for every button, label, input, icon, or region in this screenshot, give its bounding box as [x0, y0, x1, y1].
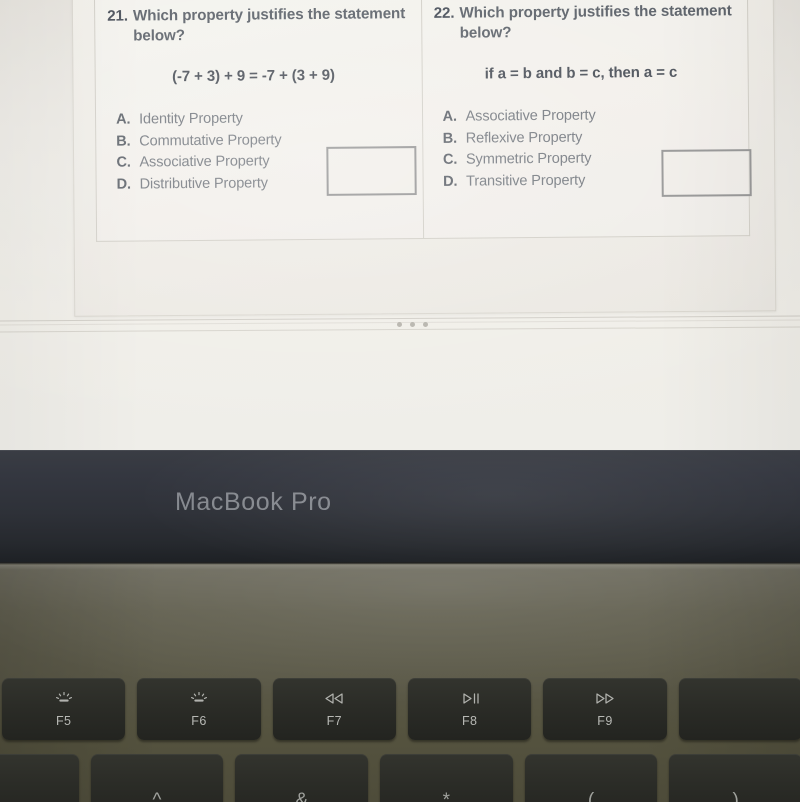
question-21-prompt: Which property justifies the statement b…	[132, 5, 406, 45]
choice-letter: D.	[116, 176, 132, 193]
answer-box-22[interactable]	[660, 149, 752, 197]
key-label: F9	[597, 713, 613, 728]
dot	[423, 322, 428, 327]
choice-text: Transitive Property	[466, 172, 586, 190]
key-open-paren[interactable]: (	[524, 754, 658, 802]
dot	[410, 322, 415, 327]
choice-letter: A.	[115, 111, 131, 128]
drag-handle-dots-icon[interactable]	[397, 322, 428, 327]
key-f8[interactable]: F8	[407, 678, 532, 740]
choice-text: Commutative Property	[139, 131, 282, 150]
choice-letter: A.	[442, 108, 457, 125]
number-key-row: ^ & * ( )	[0, 754, 800, 802]
question-21-statement: (-7 + 3) + 9 = -7 + (3 + 9)	[171, 66, 335, 86]
choice-letter: C.	[116, 154, 131, 171]
choice-text: Associative Property	[139, 153, 270, 171]
choice-text: Distributive Property	[139, 175, 268, 193]
keyboard-brightness-down-icon	[54, 691, 74, 707]
key-f7[interactable]: F7	[272, 678, 396, 740]
key-symbol: )	[732, 789, 739, 802]
play-pause-icon	[458, 691, 482, 707]
key-symbol: ^	[152, 789, 162, 802]
document-viewer-area: 21. Which property justifies the stateme…	[0, 0, 800, 452]
choice-letter: B.	[116, 133, 131, 150]
question-22-statement: if a = b and b = c, then a = c	[484, 63, 678, 83]
key-label: F8	[461, 713, 478, 728]
page-divider	[0, 315, 800, 333]
rewind-icon	[322, 691, 346, 707]
choice-option[interactable]: B. Reflexive Property	[443, 126, 735, 150]
key-f6[interactable]: F6	[137, 678, 261, 740]
key-caret[interactable]: ^	[90, 754, 224, 802]
dot	[397, 322, 402, 327]
question-22-prompt: Which property justifies the statement b…	[459, 2, 732, 42]
choice-text: Identity Property	[138, 110, 243, 128]
choice-text: Symmetric Property	[465, 150, 592, 168]
choice-option[interactable]: A. Associative Property	[442, 104, 734, 128]
key-close-paren[interactable]: )	[669, 754, 800, 802]
key-f10-partial[interactable]	[678, 678, 800, 740]
screenshot-root: 21. Which property justifies the stateme…	[0, 0, 800, 802]
key-f9[interactable]: F9	[543, 678, 667, 740]
choice-letter: D.	[443, 173, 458, 190]
choice-option[interactable]: A. Identity Property	[116, 107, 408, 131]
key-ampersand[interactable]: &	[235, 754, 369, 802]
answer-box-21[interactable]	[326, 146, 417, 196]
question-21-number: 21.	[107, 7, 129, 25]
function-key-row: F5 F6 F7 F8 F9	[0, 678, 800, 740]
fast-forward-icon	[593, 691, 617, 707]
choice-letter: C.	[442, 152, 458, 169]
macbook-pro-logo: MacBook Pro	[175, 488, 332, 516]
question-cell-22: 22. Which property justifies the stateme…	[421, 0, 752, 238]
key-symbol: &	[295, 789, 309, 802]
choice-letter: B.	[442, 130, 458, 147]
question-22-heading: 22. Which property justifies the stateme…	[434, 1, 734, 44]
question-22-number: 22.	[433, 4, 455, 22]
choice-text: Associative Property	[465, 107, 596, 125]
laptop-screen-bezel: MacBook Pro	[0, 450, 800, 564]
key-f5[interactable]: F5	[2, 678, 126, 740]
key-symbol: (	[587, 789, 595, 802]
key-asterisk[interactable]: *	[380, 754, 513, 802]
key-label: F6	[191, 713, 207, 728]
question-21-heading: 21. Which property justifies the stateme…	[107, 4, 407, 47]
divider-line	[0, 326, 800, 333]
key-partial-left[interactable]	[0, 754, 79, 802]
key-label: F5	[55, 713, 72, 728]
question-grid: 21. Which property justifies the stateme…	[93, 0, 752, 242]
key-label: F7	[326, 713, 343, 728]
key-symbol: *	[442, 789, 451, 802]
choice-text: Reflexive Property	[465, 129, 583, 147]
keyboard-brightness-up-icon	[189, 691, 209, 707]
question-cell-21: 21. Which property justifies the stateme…	[94, 0, 424, 241]
